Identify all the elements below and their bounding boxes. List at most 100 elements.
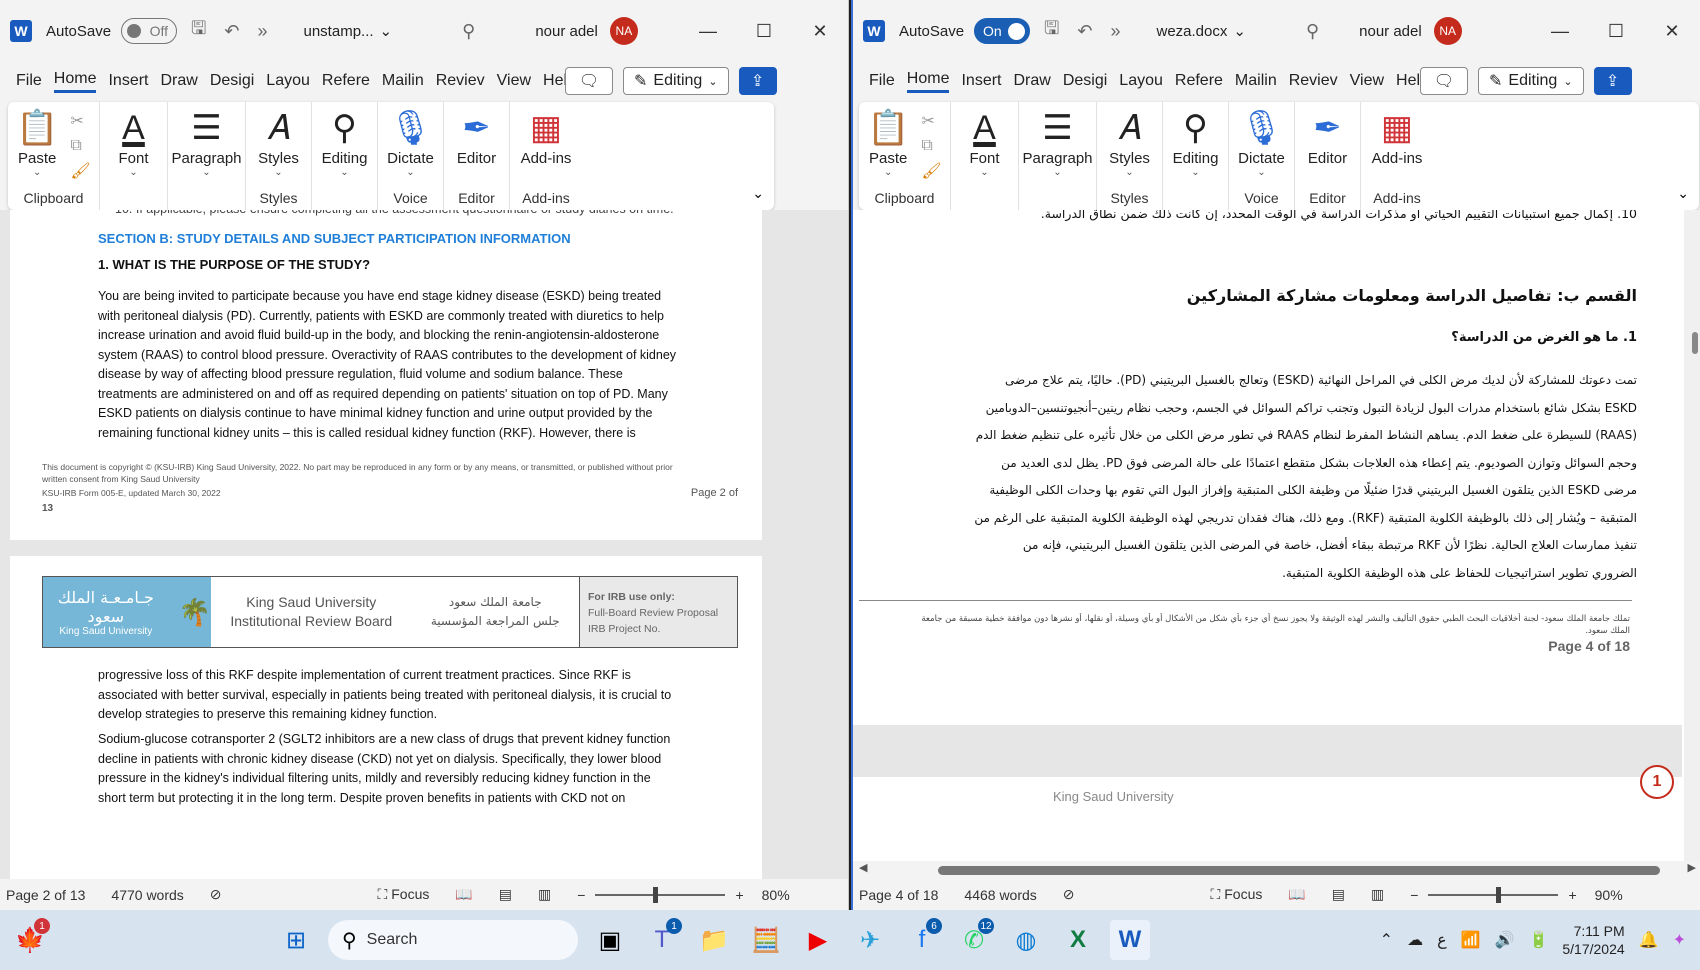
tab-draw[interactable]: Draw xyxy=(1013,72,1050,90)
copilot-icon[interactable]: ✦ xyxy=(1673,930,1686,950)
dictate-button[interactable]: 🎙 Dictate ⌄ xyxy=(379,102,442,190)
avatar[interactable]: NA xyxy=(1433,17,1462,45)
document-title[interactable]: unstamp... ⌄ xyxy=(304,22,393,41)
zoom-out-icon[interactable]: − xyxy=(577,887,585,903)
clock[interactable]: 7:11 PM 5/17/2024 xyxy=(1562,922,1624,958)
comments-button[interactable]: 🗨 xyxy=(565,67,613,95)
horizontal-scroll-thumb[interactable] xyxy=(938,866,1660,875)
editor-button[interactable]: ✒ Editor xyxy=(1300,102,1355,190)
collapse-ribbon-icon[interactable]: ⌄ xyxy=(752,185,764,202)
tab-insert[interactable]: Insert xyxy=(108,72,148,90)
undo-icon[interactable]: ↶ xyxy=(1077,21,1092,42)
copy-icon[interactable]: ⧉ xyxy=(70,137,90,155)
battery-icon[interactable]: 🔋 xyxy=(1528,930,1548,950)
editing-button[interactable]: ⚲ Editing ⌄ xyxy=(1165,102,1227,190)
search-icon[interactable]: ⚲ xyxy=(1306,21,1319,42)
minimize-icon[interactable]: — xyxy=(680,21,736,42)
file-explorer-icon[interactable]: 📁 xyxy=(694,920,734,960)
cut-icon[interactable]: ✂ xyxy=(70,111,90,131)
document-title[interactable]: weza.docx ⌄ xyxy=(1157,22,1246,41)
close-icon[interactable]: ✕ xyxy=(792,21,848,42)
horizontal-scrollbar[interactable]: ◀ ▶ xyxy=(853,861,1700,879)
zoom-slider[interactable] xyxy=(1428,886,1559,903)
teams-icon[interactable]: T1 xyxy=(642,918,682,960)
print-layout-icon[interactable]: ▤ xyxy=(499,886,512,903)
tab-mailings[interactable]: Mailin xyxy=(382,72,424,90)
search-icon[interactable]: ⚲ xyxy=(462,21,475,42)
proofing-icon[interactable]: ⊘ xyxy=(210,886,222,903)
autosave-toggle[interactable]: On xyxy=(974,18,1031,44)
zoom-level[interactable]: 80% xyxy=(762,887,790,903)
editing-mode-button[interactable]: ✎ Editing ⌄ xyxy=(623,67,729,95)
save-icon[interactable]: 🖫 xyxy=(191,16,206,46)
paste-button[interactable]: 📋 Paste ⌄ xyxy=(859,102,917,190)
wifi-icon[interactable]: 📶 xyxy=(1461,930,1481,950)
vertical-scrollbar[interactable] xyxy=(1684,210,1700,861)
format-painter-icon[interactable]: 🖌 xyxy=(70,161,90,181)
taskbar-search[interactable]: ⚲ Search xyxy=(328,920,578,960)
maximize-icon[interactable]: ☐ xyxy=(736,21,792,42)
whatsapp-icon[interactable]: ✆ 12 xyxy=(954,918,994,960)
comments-button[interactable]: 🗨 xyxy=(1420,67,1468,95)
tab-review[interactable]: Reviev xyxy=(436,72,485,90)
word-count[interactable]: 4468 words xyxy=(964,887,1036,903)
document-canvas[interactable]: 10. If applicable, please ensure complet… xyxy=(0,210,848,879)
format-painter-icon[interactable]: 🖌 xyxy=(921,161,941,181)
share-button[interactable]: ⇪ xyxy=(738,67,777,95)
share-button[interactable]: ⇪ xyxy=(1593,67,1632,95)
task-view-icon[interactable]: ▣ xyxy=(590,920,630,960)
page-count[interactable]: Page 2 of 13 xyxy=(6,887,85,903)
tab-home[interactable]: Home xyxy=(906,70,950,93)
autosave-toggle[interactable]: Off xyxy=(121,18,178,44)
styles-button[interactable]: 𝐴 Styles ⌄ xyxy=(250,102,307,190)
tab-file[interactable]: File xyxy=(16,72,42,90)
tab-home[interactable]: Home xyxy=(53,70,97,93)
zoom-in-icon[interactable]: + xyxy=(1568,887,1576,903)
tab-references[interactable]: Refere xyxy=(1175,72,1223,90)
tab-view[interactable]: View xyxy=(497,72,531,90)
tab-insert[interactable]: Insert xyxy=(961,72,1001,90)
read-mode-icon[interactable]: 📖 xyxy=(1288,886,1305,903)
scroll-right-icon[interactable]: ▶ xyxy=(1688,861,1696,874)
addins-button[interactable]: ▦ Add-ins xyxy=(1364,102,1431,190)
notification-marker[interactable]: 1 xyxy=(1640,765,1674,799)
youtube-icon[interactable]: ▶ xyxy=(798,920,838,960)
web-layout-icon[interactable]: ▥ xyxy=(1371,886,1384,903)
document-canvas[interactable]: 10. إكمال جميع استبيانات التقييم الحياتي… xyxy=(853,210,1700,879)
styles-button[interactable]: 𝐴 Styles ⌄ xyxy=(1101,102,1158,190)
font-button[interactable]: A Font ⌄ xyxy=(961,102,1007,190)
notifications-bell-icon[interactable]: 🔔 xyxy=(1639,930,1659,950)
tab-layout[interactable]: Layou xyxy=(266,72,310,90)
cut-icon[interactable]: ✂ xyxy=(921,111,941,131)
tab-design[interactable]: Desigi xyxy=(210,72,254,90)
start-button[interactable]: ⊞ xyxy=(276,920,316,960)
calculator-icon[interactable]: 🧮 xyxy=(746,920,786,960)
maximize-icon[interactable]: ☐ xyxy=(1588,21,1644,42)
paragraph-button[interactable]: ☰ Paragraph ⌄ xyxy=(1014,102,1100,190)
input-language[interactable]: ع xyxy=(1437,930,1447,950)
tab-layout[interactable]: Layou xyxy=(1119,72,1163,90)
weather-widget-icon[interactable]: 🍁 1 xyxy=(10,918,50,960)
chevron-up-icon[interactable]: ⌃ xyxy=(1380,930,1393,950)
zoom-out-icon[interactable]: − xyxy=(1410,887,1418,903)
zoom-in-icon[interactable]: + xyxy=(735,887,743,903)
paste-button[interactable]: 📋 Paste ⌄ xyxy=(8,102,66,190)
save-icon[interactable]: 🖫 xyxy=(1044,16,1059,46)
zoom-slider[interactable] xyxy=(595,886,726,903)
scroll-thumb[interactable] xyxy=(1692,332,1698,354)
tab-review[interactable]: Reviev xyxy=(1289,72,1338,90)
focus-button[interactable]: ⛶ Focus xyxy=(1211,886,1263,903)
undo-icon[interactable]: ↶ xyxy=(224,21,239,42)
font-button[interactable]: A Font ⌄ xyxy=(110,102,156,190)
addins-button[interactable]: ▦ Add-ins xyxy=(513,102,580,190)
web-layout-icon[interactable]: ▥ xyxy=(538,886,551,903)
minimize-icon[interactable]: — xyxy=(1532,21,1588,42)
tab-view[interactable]: View xyxy=(1350,72,1384,90)
focus-button[interactable]: ⛶ Focus xyxy=(378,886,430,903)
tab-references[interactable]: Refere xyxy=(322,72,370,90)
tab-file[interactable]: File xyxy=(869,72,895,90)
more-commands-icon[interactable]: » xyxy=(257,21,267,42)
cloud-sync-icon[interactable]: ☁ xyxy=(1407,930,1423,950)
avatar[interactable]: NA xyxy=(609,17,638,45)
editing-button[interactable]: ⚲ Editing ⌄ xyxy=(314,102,376,190)
